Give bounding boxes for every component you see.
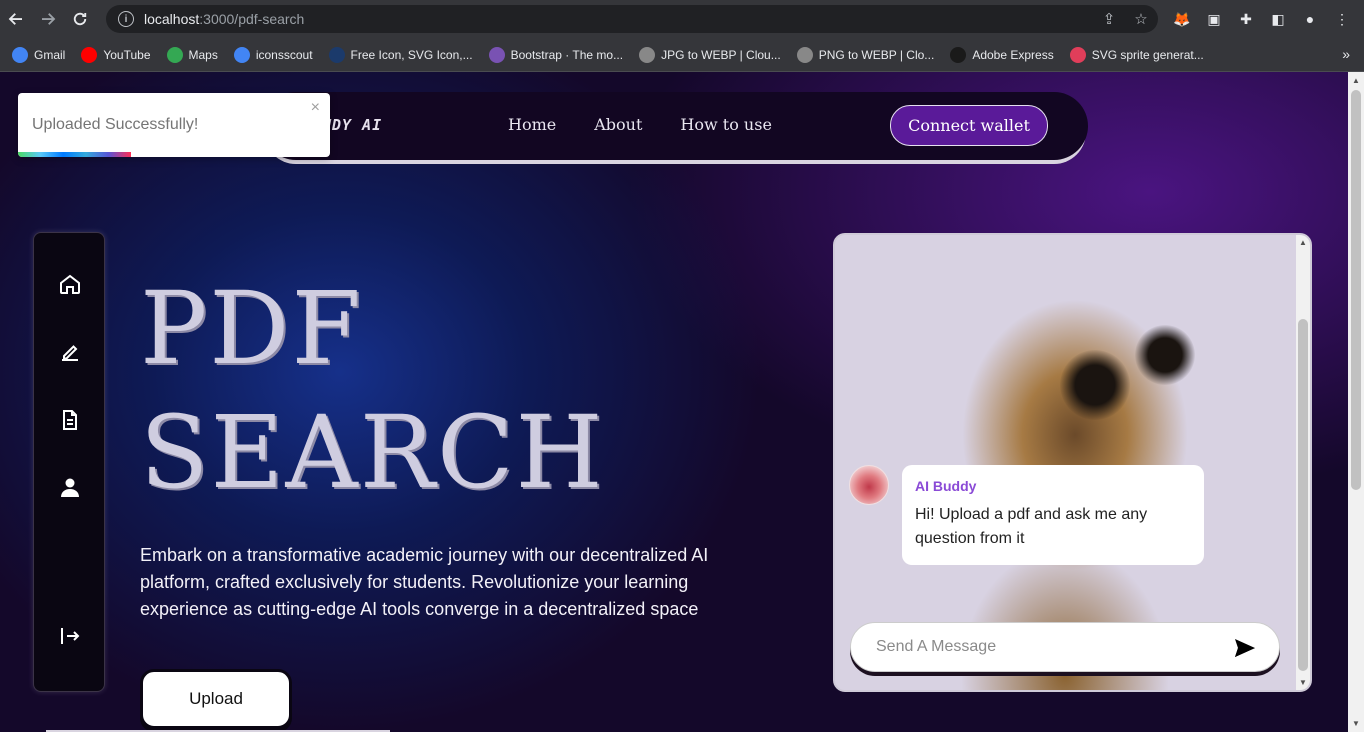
menu-kebab-icon[interactable]: ⋮ <box>1330 7 1354 31</box>
send-icon[interactable] <box>1233 636 1257 660</box>
brand-logo[interactable]: UDY AI <box>322 116 382 134</box>
chat-message-bubble: AI Buddy Hi! Upload a pdf and ask me any… <box>902 465 1204 565</box>
svg-sprite-icon <box>1069 46 1086 63</box>
robot-background-image <box>1060 350 1130 420</box>
message-text: Hi! Upload a pdf and ask me any question… <box>915 506 1148 547</box>
bookmark-label: PNG to WEBP | Clo... <box>818 47 935 62</box>
extension-t-icon[interactable]: ▣ <box>1202 7 1226 31</box>
bookmark-item[interactable]: JPG to WEBP | Clou... <box>639 46 781 63</box>
bookmark-label: SVG sprite generat... <box>1091 47 1204 62</box>
bookmark-item[interactable]: YouTube <box>81 46 151 63</box>
reload-icon <box>73 12 87 26</box>
forward-button[interactable] <box>32 0 64 38</box>
nav-link-home[interactable]: Home <box>508 115 556 134</box>
flaticon-icon <box>328 46 345 63</box>
top-navbar: UDY AI Home About How to use Connect wal… <box>262 92 1088 160</box>
edit-icon[interactable] <box>57 339 83 365</box>
site-info-icon[interactable]: i <box>118 11 134 27</box>
adobe-express-icon <box>950 46 967 63</box>
google-icon <box>12 46 28 63</box>
profile-avatar-icon[interactable]: ● <box>1298 7 1322 31</box>
bookmark-label: Gmail <box>34 47 66 62</box>
toast-message: Uploaded Successfully! <box>32 116 199 133</box>
side-panel-icon[interactable]: ◧ <box>1266 7 1290 31</box>
url-text: localhost:3000/pdf-search <box>144 11 305 27</box>
sidebar <box>33 232 105 692</box>
upload-button[interactable]: Upload <box>140 669 292 729</box>
maps-icon <box>166 46 183 63</box>
toast-progress-bar <box>18 152 131 157</box>
arrow-right-icon <box>42 13 56 25</box>
back-button[interactable] <box>0 0 32 38</box>
message-sender: AI Buddy <box>915 478 977 494</box>
youtube-icon <box>81 46 98 63</box>
scroll-up-icon[interactable]: ▲ <box>1299 238 1307 247</box>
bootstrap-icon <box>488 46 505 63</box>
page-title: PDF SEARCH <box>140 267 605 515</box>
bookmark-item[interactable]: Maps <box>166 46 218 63</box>
chat-scrollbar[interactable]: ▲ ▼ <box>1296 235 1310 690</box>
extensions-puzzle-icon[interactable]: ✚ <box>1234 7 1258 31</box>
bookmark-item[interactable]: Gmail <box>12 46 66 63</box>
page-scrollbar-thumb[interactable] <box>1351 90 1361 490</box>
bookmark-item[interactable]: SVG sprite generat... <box>1069 46 1204 63</box>
more-bookmarks-icon[interactable]: » <box>1342 46 1350 62</box>
bookmark-item[interactable]: Bootstrap · The mo... <box>488 46 624 63</box>
bookmark-label: JPG to WEBP | Clou... <box>661 47 781 62</box>
page-scrollbar[interactable]: ▲ ▼ <box>1348 72 1364 732</box>
chat-scrollbar-thumb[interactable] <box>1298 319 1308 671</box>
bookmarks-bar: Gmail YouTube Maps iconsscout Free Icon, SVG… <box>0 38 1364 72</box>
bookmark-item[interactable]: Free Icon, SVG Icon,... <box>328 46 473 63</box>
arrow-left-icon <box>8 13 22 25</box>
success-toast: Uploaded Successfully! × <box>18 93 330 157</box>
document-icon[interactable] <box>57 407 83 433</box>
scroll-down-icon[interactable]: ▼ <box>1299 678 1307 687</box>
bookmark-label: Maps <box>188 47 218 62</box>
bookmark-item[interactable]: Adobe Express <box>950 46 1054 63</box>
bookmark-label: iconsscout <box>255 47 313 62</box>
page-content: UDY AI Home About How to use Connect wal… <box>0 72 1348 732</box>
bookmark-item[interactable]: iconsscout <box>233 46 313 63</box>
avatar <box>849 465 889 505</box>
message-input[interactable] <box>876 638 1196 656</box>
connect-wallet-button[interactable]: Connect wallet <box>890 105 1048 146</box>
browser-toolbar: i localhost:3000/pdf-search ⇪ ☆ 🦊 ▣ ✚ ◧ … <box>0 0 1364 38</box>
home-icon[interactable] <box>57 271 83 297</box>
metamask-extension-icon[interactable]: 🦊 <box>1170 7 1194 31</box>
user-icon[interactable] <box>57 475 83 501</box>
cloud-icon <box>796 46 813 63</box>
title-line-2: SEARCH <box>140 394 605 511</box>
bookmark-item[interactable]: PNG to WEBP | Clo... <box>796 46 935 63</box>
logout-icon[interactable] <box>57 623 83 649</box>
google-icon <box>233 46 250 63</box>
message-input-wrapper <box>850 622 1280 672</box>
scroll-up-icon[interactable]: ▲ <box>1352 76 1360 85</box>
chat-panel: AI Buddy Hi! Upload a pdf and ask me any… <box>833 233 1312 692</box>
reload-button[interactable] <box>64 0 96 38</box>
nav-link-how-to-use[interactable]: How to use <box>680 115 772 134</box>
bookmark-label: Free Icon, SVG Icon,... <box>350 47 473 62</box>
scroll-down-icon[interactable]: ▼ <box>1352 719 1360 728</box>
close-icon[interactable]: × <box>311 99 320 117</box>
cloud-icon <box>639 46 656 63</box>
nav-link-about[interactable]: About <box>594 115 642 134</box>
hero-description: Embark on a transformative academic jour… <box>140 545 709 619</box>
share-icon[interactable]: ⇪ <box>1098 9 1120 29</box>
address-bar[interactable]: i localhost:3000/pdf-search ⇪ ☆ <box>106 5 1158 33</box>
bookmark-label: Bootstrap · The mo... <box>510 47 624 62</box>
bookmark-label: YouTube <box>103 47 151 62</box>
robot-background-image-detail <box>1135 325 1195 385</box>
bookmark-star-icon[interactable]: ☆ <box>1130 9 1152 29</box>
title-line-1: PDF <box>140 270 363 387</box>
bookmark-label: Adobe Express <box>972 47 1054 62</box>
